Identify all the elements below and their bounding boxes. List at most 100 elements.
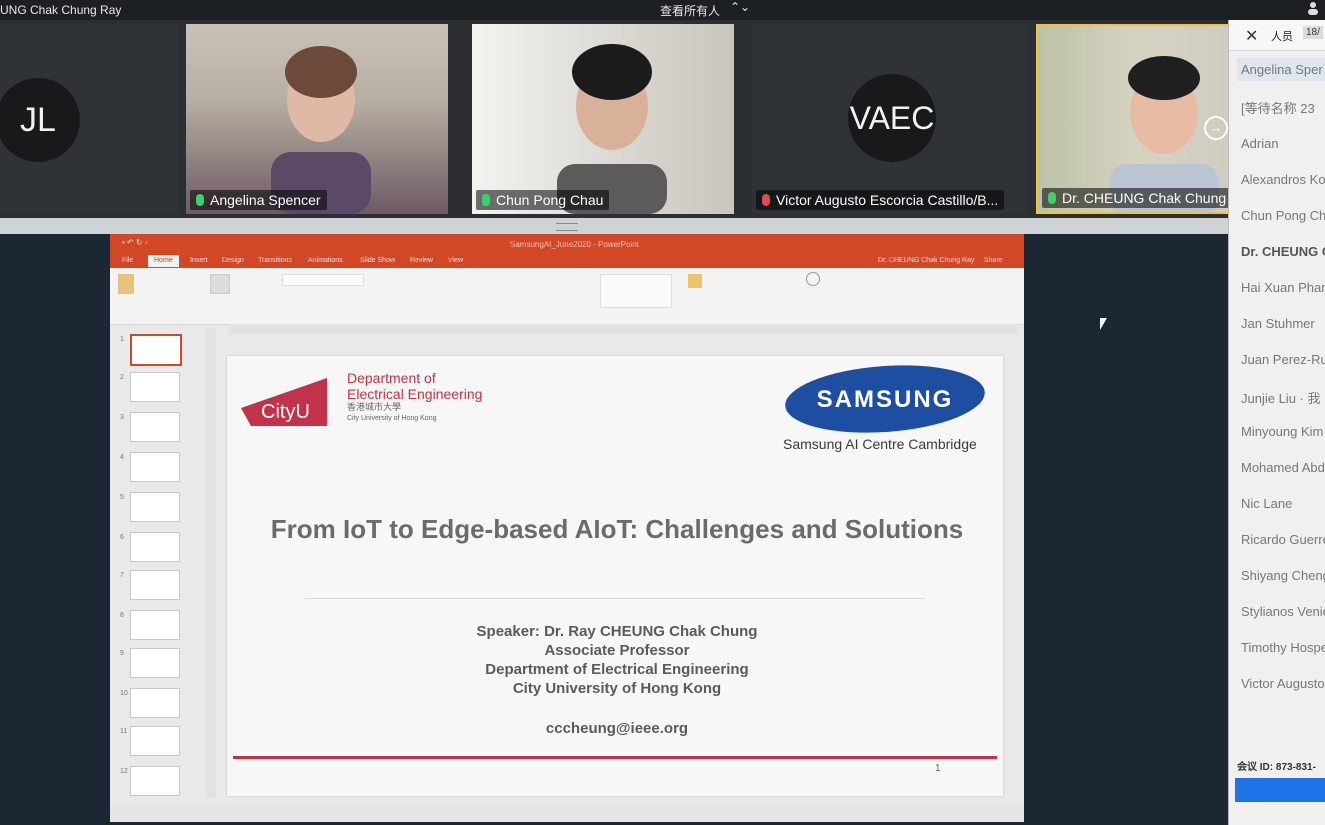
participant-item[interactable]: Alexandros Ko: [1241, 172, 1325, 187]
slide-page-number: 1: [935, 763, 941, 774]
share-button[interactable]: Share: [984, 257, 1003, 264]
avatar-initials: VAEC: [848, 74, 936, 162]
slide-thumbnail[interactable]: [130, 412, 180, 442]
ppt-document-title: SamsungAI_June2020 - PowerPoint: [510, 240, 639, 249]
tab-review[interactable]: Review: [410, 257, 433, 264]
video-tile-victor[interactable]: VAEC Victor Augusto Escorcia Castillo/B.…: [752, 24, 1028, 214]
thumbnail-number: 12: [120, 768, 128, 775]
presenter-name: UNG Chak Chung Ray: [0, 3, 122, 17]
participant-item[interactable]: Ricardo Guerre: [1241, 532, 1325, 547]
slide-thumbnail[interactable]: [130, 688, 180, 718]
speaker-active-icon: [1048, 192, 1056, 204]
slide-thumbnail[interactable]: [130, 492, 180, 522]
cityu-english-name: City University of Hong Kong: [347, 415, 437, 422]
paste-icon[interactable]: [118, 274, 134, 294]
participant-item[interactable]: Juan Perez-Rua: [1241, 352, 1325, 367]
arrange-icon[interactable]: [688, 274, 702, 288]
slide-thumbnail[interactable]: [130, 766, 180, 796]
slide-thumbnail[interactable]: [130, 726, 180, 756]
speaker-line: Speaker: Dr. Ray CHEUNG Chak Chung: [476, 623, 758, 640]
video-share-splitter[interactable]: [0, 218, 1240, 234]
thumbnail-number: 5: [120, 494, 124, 501]
tab-design[interactable]: Design: [222, 257, 244, 264]
participant-item[interactable]: [等待名称 23: [1241, 98, 1315, 117]
video-tile-cheung[interactable]: → Dr. CHEUNG Chak Chung: [1036, 24, 1240, 214]
find-icon[interactable]: [806, 272, 820, 286]
tab-insert[interactable]: Insert: [190, 257, 208, 264]
tab-view[interactable]: View: [448, 257, 463, 264]
user-icon[interactable]: [1305, 0, 1321, 16]
video-tile-angelina[interactable]: Angelina Spencer: [186, 24, 448, 214]
video-tile-chun-pong[interactable]: Chun Pong Chau: [472, 24, 734, 214]
microphone-muted-icon: [762, 194, 770, 206]
meeting-id: 会议 ID: 873-831-: [1237, 762, 1316, 773]
participant-name-tag: Angelina Spencer: [190, 190, 327, 210]
participant-item[interactable]: Timothy Hospe: [1241, 640, 1325, 655]
slide-thumbnail[interactable]: [130, 372, 180, 402]
participant-item[interactable]: Stylianos Venie: [1241, 604, 1325, 619]
participant-name-tag: Victor Augusto Escorcia Castillo/B...: [756, 190, 1005, 210]
participant-item[interactable]: Adrian: [1241, 136, 1279, 151]
tab-transitions[interactable]: Transitions: [258, 257, 292, 264]
new-slide-icon[interactable]: [210, 274, 230, 294]
video-strip: JL Angelina Spencer Chun Pong Chau VAEC …: [0, 20, 1240, 218]
participant-count: 18/: [1303, 26, 1323, 39]
participant-item[interactable]: Mohamed Abd: [1241, 460, 1325, 475]
view-all-button[interactable]: 查看所有人: [660, 2, 720, 19]
quick-access-icons[interactable]: ▪ ↶ ↻ ▫: [122, 238, 148, 247]
thumbnail-number: 8: [120, 612, 124, 619]
participant-name-tag: Chun Pong Chau: [476, 190, 610, 210]
participant-video: [271, 46, 371, 214]
thumbnail-number: 1: [120, 336, 124, 343]
tab-slide-show[interactable]: Slide Show: [360, 257, 395, 264]
thumbnail-number: 6: [120, 534, 124, 541]
slide-thumbnail[interactable]: [130, 334, 182, 366]
participant-item[interactable]: Angelina Sper: [1237, 58, 1325, 81]
participant-item[interactable]: Victor Augusto: [1241, 676, 1325, 691]
panel-title: 人员: [1271, 31, 1293, 43]
participant-item[interactable]: Minyoung Kim: [1241, 424, 1323, 439]
next-page-arrow-icon[interactable]: →: [1204, 116, 1228, 140]
tab-home[interactable]: Home: [148, 255, 179, 267]
participant-name-tag: Dr. CHEUNG Chak Chung: [1042, 188, 1233, 208]
email-line: cccheung@ieee.org: [545, 720, 689, 737]
shapes-gallery[interactable]: [600, 274, 672, 308]
view-toggle-icon[interactable]: ⌃⌄: [730, 0, 750, 14]
slide-thumbnail[interactable]: [130, 610, 180, 640]
close-icon[interactable]: ✕: [1245, 26, 1258, 46]
participant-item[interactable]: Junjie Liu · 我: [1241, 388, 1320, 407]
slide-thumbnail[interactable]: [130, 570, 180, 600]
participant-item[interactable]: Jan Stuhmer: [1241, 316, 1315, 331]
drag-handle-icon[interactable]: [556, 223, 578, 231]
slide-canvas[interactable]: CityU Department of Electrical Engineeri…: [227, 356, 1003, 796]
slide-thumbnail[interactable]: [130, 452, 180, 482]
video-tile-jl[interactable]: JL: [0, 24, 178, 214]
powerpoint-window: ▪ ↶ ↻ ▫ SamsungAI_June2020 - PowerPoint …: [110, 234, 1024, 822]
microphone-icon: [196, 194, 204, 206]
participant-item[interactable]: Shiyang Cheng: [1241, 568, 1325, 583]
thumbnail-number: 3: [120, 414, 124, 421]
tab-animations[interactable]: Animations: [308, 257, 343, 264]
university-line: City University of Hong Kong: [512, 680, 722, 697]
thumbnail-number: 2: [120, 374, 124, 381]
participant-item[interactable]: Nic Lane: [1241, 496, 1292, 511]
mouse-cursor-icon: [1100, 318, 1107, 330]
participant-item[interactable]: Dr. CHEUNG C: [1241, 244, 1325, 259]
font-dropdown[interactable]: [282, 274, 364, 286]
ppt-title-bar: ▪ ↶ ↻ ▫ SamsungAI_June2020 - PowerPoint: [110, 234, 1024, 254]
thumbnail-number: 10: [120, 690, 128, 697]
tab-file[interactable]: File: [122, 257, 133, 264]
slide-thumbnail[interactable]: [130, 532, 180, 562]
bottom-bar: [233, 756, 997, 759]
participant-item[interactable]: Chun Pong Ch: [1241, 208, 1325, 223]
ppt-ribbon: [110, 268, 1024, 325]
department-logo-text: Department of Electrical Engineering 香港城…: [347, 370, 482, 424]
ppt-user-name: Dr. CHEUNG Chak Chung Ray: [878, 257, 975, 264]
participant-item[interactable]: Hai Xuan Pham: [1241, 280, 1325, 295]
speaker-info: Speaker: Dr. Ray CHEUNG Chak Chung Assoc…: [267, 622, 967, 698]
avatar-initials: JL: [0, 78, 80, 162]
invite-button[interactable]: [1235, 778, 1325, 802]
dept-line-1: Department of: [347, 370, 436, 386]
slide-thumbnail[interactable]: [130, 648, 180, 678]
cityu-logo-text: CityU: [261, 401, 310, 423]
